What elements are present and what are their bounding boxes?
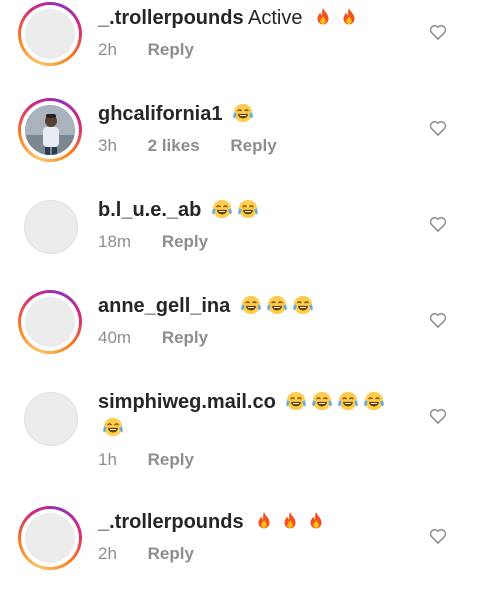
- avatar-story-ring[interactable]: [18, 2, 82, 66]
- face-with-tears-of-joy-emoji-icon: [312, 391, 333, 411]
- face-with-tears-of-joy-emoji-icon: [293, 295, 313, 315]
- comment-time: 1h: [98, 450, 117, 469]
- comment-text: Active: [248, 7, 303, 29]
- fire-emoji-icon: [343, 7, 355, 25]
- comment-emojis: [207, 199, 259, 221]
- comment-time: 2h: [98, 40, 117, 59]
- heart-icon[interactable]: [428, 22, 448, 42]
- heart-icon[interactable]: [428, 526, 448, 546]
- fire-emoji-icon: [310, 511, 322, 529]
- avatar[interactable]: [24, 200, 78, 254]
- heart-icon[interactable]: [428, 310, 448, 330]
- comment-emojis: [308, 7, 360, 29]
- heart-icon[interactable]: [428, 406, 448, 426]
- comment-username[interactable]: simphiweg.mail.co: [98, 391, 276, 413]
- fire-emoji-icon: [317, 7, 329, 25]
- face-with-tears-of-joy-emoji-icon: [233, 103, 253, 123]
- person-photo-icon: [25, 105, 75, 155]
- face-with-tears-of-joy-emoji-icon: [364, 391, 385, 411]
- heart-icon[interactable]: [428, 118, 448, 138]
- face-with-tears-of-joy-emoji-icon: [238, 199, 258, 219]
- reply-button[interactable]: Reply: [230, 135, 276, 157]
- comment-time: 18m: [98, 232, 132, 251]
- comment-time: 2h: [98, 544, 117, 563]
- avatar: [25, 513, 75, 563]
- reply-button[interactable]: Reply: [162, 327, 208, 349]
- face-with-tears-of-joy-emoji-icon: [286, 391, 307, 411]
- comment-username[interactable]: _.trollerpounds: [98, 511, 244, 533]
- comment-time: 40m: [98, 328, 132, 347]
- comment-username[interactable]: b.l_u.e._ab: [98, 199, 201, 221]
- avatar-story-ring[interactable]: [18, 506, 82, 570]
- reply-button[interactable]: Reply: [148, 39, 194, 61]
- comment-time: 3h: [98, 136, 117, 155]
- comment-emojis: [249, 511, 327, 533]
- face-with-tears-of-joy-emoji-icon: [338, 391, 359, 411]
- comment-emojis: [236, 295, 314, 317]
- face-with-tears-of-joy-emoji-icon: [267, 295, 287, 315]
- reply-button[interactable]: Reply: [148, 449, 194, 471]
- likes-count[interactable]: 2 likes: [148, 135, 200, 157]
- comment-username[interactable]: _.trollerpounds: [98, 7, 244, 29]
- avatar[interactable]: [24, 392, 78, 446]
- reply-button[interactable]: Reply: [148, 543, 194, 565]
- fire-emoji-icon: [284, 511, 296, 529]
- comment-username[interactable]: ghcalifornia1: [98, 103, 222, 125]
- avatar-story-ring[interactable]: [18, 98, 82, 162]
- comment-username[interactable]: anne_gell_ina: [98, 295, 230, 317]
- reply-button[interactable]: Reply: [162, 231, 208, 253]
- heart-icon[interactable]: [428, 214, 448, 234]
- face-with-tears-of-joy-emoji-icon: [103, 417, 123, 437]
- face-with-tears-of-joy-emoji-icon: [212, 199, 232, 219]
- face-with-tears-of-joy-emoji-icon: [241, 295, 261, 315]
- fire-emoji-icon: [258, 511, 270, 529]
- avatar: [25, 297, 75, 347]
- avatar: [25, 9, 75, 59]
- avatar-story-ring[interactable]: [18, 290, 82, 354]
- avatar: [25, 105, 75, 155]
- comment-emojis: [228, 103, 254, 125]
